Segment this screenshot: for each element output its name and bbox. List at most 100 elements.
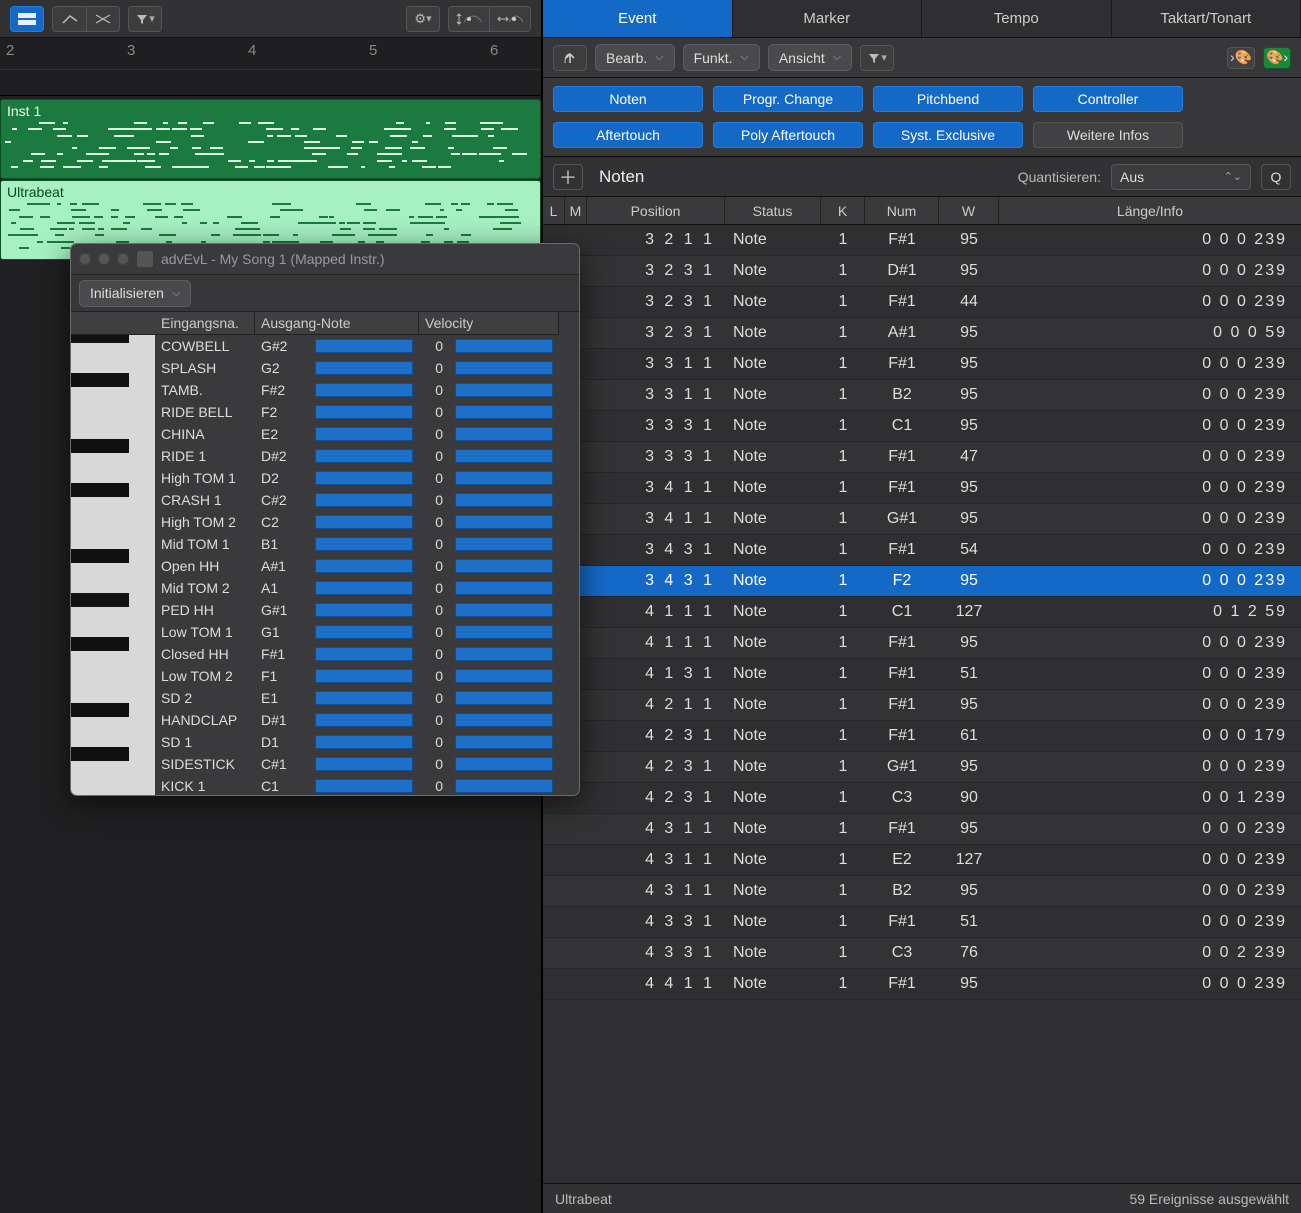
window-titlebar[interactable]: advEvL - My Song 1 (Mapped Instr.)	[71, 244, 579, 274]
view-menu[interactable]: Ansicht⌵	[768, 44, 852, 71]
col-position[interactable]: Position	[587, 197, 725, 224]
output-note[interactable]: B1	[255, 533, 309, 555]
velocity-slider[interactable]	[455, 339, 553, 353]
output-note[interactable]: C1	[255, 775, 309, 795]
velocity-slider[interactable]	[455, 625, 553, 639]
output-note[interactable]: F#2	[255, 379, 309, 401]
note-slider[interactable]	[315, 779, 413, 793]
map-row[interactable]: COWBELLG#20	[71, 335, 579, 357]
note-slider[interactable]	[315, 735, 413, 749]
color-in-button[interactable]: ›🎨	[1227, 47, 1255, 69]
velocity-value[interactable]: 0	[419, 643, 449, 665]
velocity-value[interactable]: 0	[419, 555, 449, 577]
event-row[interactable]: 4 4 1 1Note1F#1950 0 0 239	[543, 969, 1301, 1000]
input-name[interactable]: PED HH	[155, 599, 255, 621]
note-slider[interactable]	[315, 383, 413, 397]
event-row[interactable]: 3 3 1 1Note1F#1950 0 0 239	[543, 349, 1301, 380]
event-row[interactable]: 3 3 1 1Note1B2950 0 0 239	[543, 380, 1301, 411]
piano-key[interactable]	[71, 335, 155, 357]
note-slider[interactable]	[315, 559, 413, 573]
horizontal-zoom-button[interactable]	[489, 6, 531, 32]
output-note[interactable]: G#1	[255, 599, 309, 621]
input-name[interactable]: SD 1	[155, 731, 255, 753]
view-mode-button[interactable]	[10, 6, 44, 32]
velocity-slider[interactable]	[455, 515, 553, 529]
col-velocity[interactable]: Velocity	[419, 312, 559, 335]
note-slider[interactable]	[315, 361, 413, 375]
input-name[interactable]: SD 2	[155, 687, 255, 709]
col-input-name[interactable]: Eingangsna.	[155, 312, 255, 335]
map-row[interactable]: Low TOM 2F1 0	[71, 665, 579, 687]
piano-key[interactable]	[71, 489, 155, 511]
output-note[interactable]: G2	[255, 357, 309, 379]
input-name[interactable]: Low TOM 2	[155, 665, 255, 687]
event-row[interactable]: 3 4 3 1Note1F#1540 0 0 239	[543, 535, 1301, 566]
output-note[interactable]: E2	[255, 423, 309, 445]
event-row[interactable]: 3 2 1 1Note1F#1950 0 0 239	[543, 225, 1301, 256]
velocity-value[interactable]: 0	[419, 621, 449, 643]
velocity-slider[interactable]	[455, 405, 553, 419]
timeline-ruler[interactable]: 2 3 4 5 6 ↖	[0, 38, 541, 96]
map-row[interactable]: Low TOM 1G1 0	[71, 621, 579, 643]
tab-timesig[interactable]: Taktart/Tonart	[1112, 0, 1301, 37]
output-note[interactable]: F2	[255, 401, 309, 423]
velocity-value[interactable]: 0	[419, 687, 449, 709]
quantize-select[interactable]: Aus⌃⌄	[1111, 164, 1251, 190]
map-row[interactable]: SD 1D10	[71, 731, 579, 753]
input-name[interactable]: Low TOM 1	[155, 621, 255, 643]
velocity-value[interactable]: 0	[419, 665, 449, 687]
note-slider[interactable]	[315, 449, 413, 463]
chip-polyat[interactable]: Poly Aftertouch	[713, 122, 863, 148]
filter-button[interactable]: ▾	[860, 45, 894, 71]
note-slider[interactable]	[315, 625, 413, 639]
velocity-slider[interactable]	[455, 537, 553, 551]
velocity-value[interactable]: 0	[419, 599, 449, 621]
hierarchy-up-button[interactable]	[553, 45, 587, 71]
output-note[interactable]: A1	[255, 577, 309, 599]
velocity-slider[interactable]	[455, 603, 553, 617]
velocity-value[interactable]: 0	[419, 533, 449, 555]
note-slider[interactable]	[315, 471, 413, 485]
event-row[interactable]: 3 4 1 1Note1G#1950 0 0 239	[543, 504, 1301, 535]
event-row[interactable]: 3 3 3 1Note1C1950 0 0 239	[543, 411, 1301, 442]
input-name[interactable]: COWBELL	[155, 335, 255, 357]
col-m[interactable]: M	[565, 197, 587, 224]
piano-key[interactable]	[71, 445, 155, 467]
event-row[interactable]: 4 3 3 1Note1C3760 0 2 239	[543, 938, 1301, 969]
output-note[interactable]: G1	[255, 621, 309, 643]
event-row[interactable]: 4 3 3 1Note1F#1510 0 0 239	[543, 907, 1301, 938]
output-note[interactable]: A#1	[255, 555, 309, 577]
piano-key[interactable]	[71, 599, 155, 621]
piano-key[interactable]	[71, 709, 155, 731]
event-row[interactable]: 4 3 1 1Note1E21270 0 0 239	[543, 845, 1301, 876]
tab-marker[interactable]: Marker	[733, 0, 923, 37]
input-name[interactable]: High TOM 1	[155, 467, 255, 489]
track-region-inst1[interactable]: Inst 1	[0, 99, 541, 179]
line-tool-button[interactable]	[52, 6, 86, 32]
map-row[interactable]: KICK 1C1 0	[71, 775, 579, 795]
velocity-slider[interactable]	[455, 383, 553, 397]
map-row[interactable]: High TOM 1D20	[71, 467, 579, 489]
map-row[interactable]: TAMB.F#20	[71, 379, 579, 401]
col-output-note[interactable]: Ausgang-Note	[255, 312, 419, 335]
piano-key[interactable]	[71, 775, 155, 795]
map-row[interactable]: CRASH 1C#20	[71, 489, 579, 511]
output-note[interactable]: F1	[255, 665, 309, 687]
piano-key[interactable]	[71, 401, 155, 423]
map-row[interactable]: High TOM 2C20	[71, 511, 579, 533]
note-slider[interactable]	[315, 691, 413, 705]
map-row[interactable]: RIDE BELLF20	[71, 401, 579, 423]
event-row[interactable]: 4 2 3 1Note1F#1610 0 0 179	[543, 721, 1301, 752]
input-name[interactable]: Open HH	[155, 555, 255, 577]
input-name[interactable]: KICK 1	[155, 775, 255, 795]
velocity-value[interactable]: 0	[419, 775, 449, 795]
piano-key[interactable]	[71, 511, 155, 533]
velocity-slider[interactable]	[455, 449, 553, 463]
event-table-body[interactable]: 3 2 1 1Note1F#1950 0 0 2393 2 3 1Note1D#…	[543, 225, 1301, 1183]
func-menu[interactable]: Funkt.⌵	[683, 44, 760, 71]
velocity-value[interactable]: 0	[419, 753, 449, 775]
velocity-value[interactable]: 0	[419, 379, 449, 401]
velocity-slider[interactable]	[455, 647, 553, 661]
event-row[interactable]: 3 4 3 1Note1F2950 0 0 239	[543, 566, 1301, 597]
event-row[interactable]: 3 2 3 1Note1A#1950 0 0 59	[543, 318, 1301, 349]
